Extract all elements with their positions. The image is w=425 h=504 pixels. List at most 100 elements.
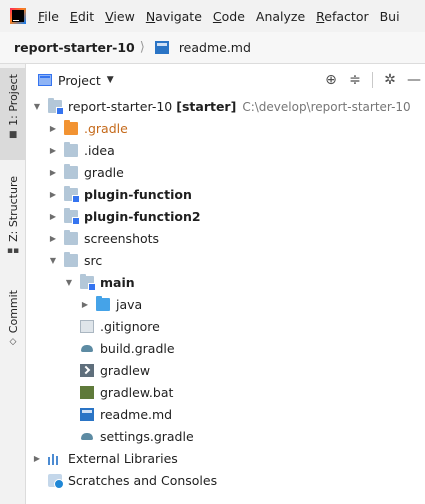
- tree-item-label: External Libraries: [68, 451, 178, 466]
- tree-root-path: C:\develop\report-starter-10: [242, 99, 411, 114]
- tree-item-label: src: [84, 253, 103, 268]
- chevron-down-icon[interactable]: ▼: [107, 75, 114, 85]
- collapsed-arrow-icon[interactable]: ▶: [47, 190, 59, 199]
- collapsed-arrow-icon[interactable]: ▶: [47, 168, 59, 177]
- folder-icon: [64, 142, 78, 157]
- tree-item-label: .idea: [84, 143, 115, 158]
- tree-row-idea[interactable]: ▶ .idea: [27, 140, 425, 161]
- batch-file-icon: [80, 386, 94, 399]
- collapsed-arrow-icon[interactable]: ▶: [47, 146, 59, 155]
- scratches-icon: [48, 474, 64, 489]
- collapsed-arrow-icon[interactable]: ▶: [47, 212, 59, 221]
- tree-row-gradlew-bat[interactable]: ▶ gradlew.bat: [27, 382, 425, 403]
- tree-row-root[interactable]: ▼ report-starter-10 [starter] C:\develop…: [27, 96, 425, 117]
- tree-row-gitignore[interactable]: ▶ .gitignore: [27, 316, 425, 337]
- gitignore-file-icon: [80, 320, 94, 333]
- module-folder-icon: [48, 98, 64, 115]
- tree-row-java[interactable]: ▶ java: [27, 294, 425, 315]
- tree-item-label: .gitignore: [100, 319, 160, 334]
- breadcrumb-project[interactable]: report-starter-10: [14, 40, 135, 55]
- tool-tab-commit[interactable]: Commit ◇: [0, 288, 26, 352]
- menu-build-label: Bui: [379, 8, 400, 24]
- menu-edit-label: dit: [77, 8, 95, 24]
- project-tree: ▼ report-starter-10 [starter] C:\develop…: [27, 96, 425, 504]
- markdown-file-icon: [80, 408, 94, 421]
- tree-row-plugin-function[interactable]: ▶ plugin-function: [27, 184, 425, 205]
- tree-item-label: settings.gradle: [100, 429, 194, 444]
- menu-bar: File Edit View Navigate Code Analyze Ref…: [0, 0, 425, 32]
- tool-tab-commit-label: Commit: [6, 290, 20, 334]
- tree-item-label: screenshots: [84, 231, 160, 246]
- tree-row-src[interactable]: ▼ src: [27, 250, 425, 271]
- project-view-selector[interactable]: Project: [58, 73, 101, 88]
- tree-item-label: gradle: [84, 165, 124, 180]
- breadcrumb: report-starter-10 ⟩ readme.md: [0, 32, 425, 64]
- tree-row-readme[interactable]: ▶ readme.md: [27, 404, 425, 425]
- module-folder-icon: [80, 274, 96, 291]
- expanded-arrow-icon[interactable]: ▼: [31, 102, 43, 111]
- source-folder-icon: [96, 296, 110, 311]
- expanded-arrow-icon[interactable]: ▼: [47, 256, 59, 265]
- minimize-icon[interactable]: —: [407, 72, 421, 88]
- folder-icon: [64, 230, 78, 245]
- tool-tab-structure-label: Z: Structure: [6, 176, 20, 242]
- tree-row-screenshots[interactable]: ▶ screenshots: [27, 228, 425, 249]
- menu-analyze[interactable]: Analyze: [256, 9, 305, 24]
- menu-edit[interactable]: Edit: [70, 9, 94, 24]
- markdown-file-icon: [154, 41, 169, 54]
- locate-icon[interactable]: ⊕: [324, 72, 338, 88]
- project-panel-header: Project ▼ ⊕ ≑ ✲ —: [27, 64, 425, 96]
- breadcrumb-file[interactable]: readme.md: [179, 40, 251, 55]
- tree-item-label: main: [100, 275, 135, 290]
- menu-navigate[interactable]: Navigate: [146, 9, 202, 24]
- menu-navigate-label: avigate: [155, 8, 202, 24]
- gradle-file-icon: [80, 430, 94, 443]
- menu-refactor[interactable]: Refactor: [316, 9, 368, 24]
- tree-item-label: plugin-function: [84, 187, 192, 202]
- tree-row-gradle[interactable]: ▶ gradle: [27, 162, 425, 183]
- menu-code[interactable]: Code: [213, 9, 245, 24]
- module-folder-icon: [64, 186, 80, 203]
- module-folder-icon: [64, 208, 80, 225]
- tree-item-label: readme.md: [100, 407, 173, 422]
- menu-build[interactable]: Bui: [380, 9, 400, 24]
- tree-row-plugin-function2[interactable]: ▶ plugin-function2: [27, 206, 425, 227]
- shell-script-icon: [80, 364, 94, 377]
- collapsed-arrow-icon[interactable]: ▶: [47, 124, 59, 133]
- intellij-logo-icon: [10, 8, 26, 24]
- tree-row-build-gradle[interactable]: ▶ build.gradle: [27, 338, 425, 359]
- folder-icon: ■: [8, 129, 18, 140]
- tree-row-gradlew[interactable]: ▶ gradlew: [27, 360, 425, 381]
- menu-code-mnemonic: C: [212, 8, 222, 24]
- tree-item-label: plugin-function2: [84, 209, 201, 224]
- library-icon: [48, 452, 62, 465]
- tree-row-settings-gradle[interactable]: ▶ settings.gradle: [27, 426, 425, 447]
- collapse-all-icon[interactable]: ≑: [348, 72, 362, 88]
- breadcrumb-separator-icon: ⟩: [139, 40, 145, 55]
- left-tool-strip: 1: Project ■ Z: Structure ▪▪ Commit ◇: [0, 64, 26, 504]
- collapsed-arrow-icon[interactable]: ▶: [79, 300, 91, 309]
- collapsed-arrow-icon[interactable]: ▶: [31, 454, 43, 463]
- tree-root-module: [starter]: [176, 99, 237, 114]
- menu-code-label: ode: [221, 8, 245, 24]
- tree-row-scratches[interactable]: ▶ Scratches and Consoles: [27, 470, 425, 491]
- gear-icon[interactable]: ✲: [383, 72, 397, 88]
- tree-item-label: build.gradle: [100, 341, 175, 356]
- tree-item-label: gradlew: [100, 363, 151, 378]
- tree-row-main[interactable]: ▼ main: [27, 272, 425, 293]
- tool-tab-structure[interactable]: Z: Structure ▪▪: [0, 172, 26, 268]
- menu-navigate-mnemonic: N: [145, 8, 156, 24]
- tool-tab-project[interactable]: 1: Project ■: [0, 68, 26, 160]
- tree-row-gradle-hidden[interactable]: ▶ .gradle: [27, 118, 425, 139]
- gradle-file-icon: [80, 342, 94, 355]
- menu-analyze-label: Analyze: [255, 8, 306, 24]
- tree-row-external-libraries[interactable]: ▶ External Libraries: [27, 448, 425, 469]
- collapsed-arrow-icon[interactable]: ▶: [47, 234, 59, 243]
- menu-file[interactable]: File: [38, 9, 59, 24]
- expanded-arrow-icon[interactable]: ▼: [63, 278, 75, 287]
- excluded-folder-icon: [64, 120, 78, 135]
- menu-view[interactable]: View: [105, 9, 135, 24]
- tree-item-label: gradlew.bat: [100, 385, 174, 400]
- menu-file-label: ile: [44, 8, 59, 24]
- header-divider: [372, 72, 373, 88]
